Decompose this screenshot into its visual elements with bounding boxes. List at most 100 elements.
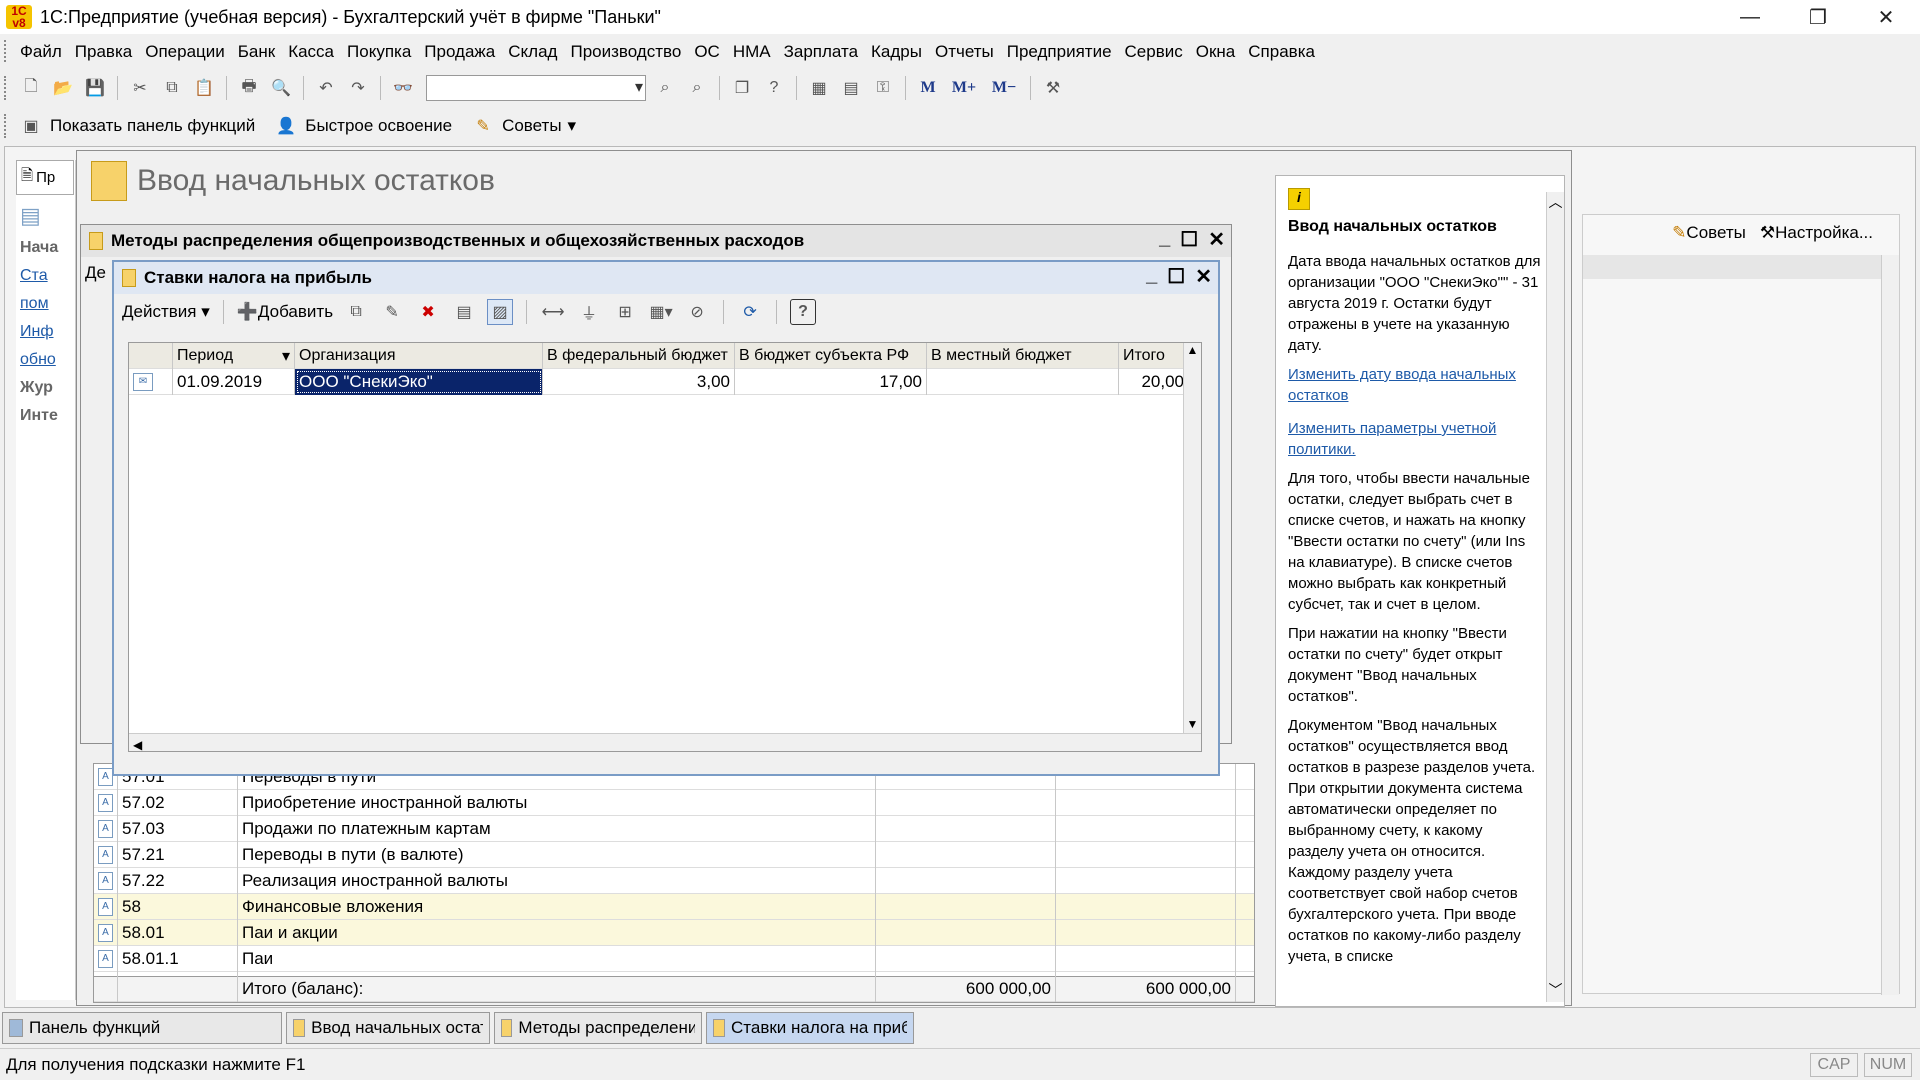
new-document-icon[interactable]: 🗋 [18, 75, 44, 101]
maximize-icon[interactable]: ☐ [1180, 227, 1198, 252]
clear-filter-icon[interactable]: ⊘ [684, 299, 710, 325]
table-row[interactable]: A 58.01 Паи и акции [94, 919, 1254, 946]
tips-button[interactable]: ✎ Советы ▾ [470, 113, 576, 139]
close-icon[interactable]: ✕ [1195, 264, 1212, 289]
menu-item[interactable]: ОС [694, 42, 720, 62]
functions-panel-link[interactable]: пом [20, 295, 71, 313]
calendar-icon[interactable]: ▤ [838, 75, 864, 101]
window-tab[interactable]: Ставки налога на прибыль [706, 1012, 914, 1044]
column-header[interactable]: Итого [1119, 342, 1189, 369]
menu-item[interactable]: Склад [508, 42, 557, 62]
column-header[interactable]: Организация [295, 342, 543, 369]
interval-icon[interactable]: ⟷ [540, 299, 566, 325]
tax-cell-subject[interactable]: 17,00 [735, 368, 927, 395]
copy-icon[interactable]: ⧉ [159, 75, 185, 101]
column-header[interactable]: В местный бюджет [927, 342, 1119, 369]
tax-cell-period[interactable]: 01.09.2019 [173, 368, 295, 395]
tax-cell-federal[interactable]: 3,00 [543, 368, 735, 395]
column-header[interactable]: Период ▾ [173, 342, 295, 369]
actions-menu[interactable]: Действия ▾ [122, 302, 210, 322]
menu-item[interactable]: Предприятие [1007, 42, 1112, 62]
scroll-up-icon[interactable]: ▲ [1184, 343, 1201, 357]
edit-row-icon[interactable]: ✎ [379, 299, 405, 325]
add-button[interactable]: ➕Добавить [237, 302, 333, 322]
preview-icon[interactable]: 🔍 [268, 75, 294, 101]
memory-plus-button[interactable]: M+ [947, 75, 981, 101]
menu-item[interactable]: Продажа [424, 42, 495, 62]
save-icon[interactable]: 💾 [82, 75, 108, 101]
help-1c-icon[interactable]: ? [761, 75, 787, 101]
tools-icon[interactable]: ⚒ [1040, 75, 1066, 101]
functions-panel-link[interactable]: обно [20, 351, 71, 369]
quick-learn-button[interactable]: 👤 Быстрое освоение [273, 113, 452, 139]
sort-icon[interactable]: ▾ [282, 346, 290, 366]
scroll-left-icon[interactable]: ◀ [129, 738, 142, 752]
search-combo[interactable] [426, 75, 646, 101]
menu-item[interactable]: Операции [145, 42, 225, 62]
change-date-link[interactable]: Изменить дату ввода начальных остатков [1288, 364, 1542, 406]
minimize-icon[interactable]: _ [1159, 227, 1170, 252]
window-tab[interactable]: Методы распределения об... [494, 1012, 702, 1044]
find-next-icon[interactable]: ⌕ [652, 75, 678, 101]
scroll-down-icon[interactable]: ▼ [1184, 717, 1201, 731]
table-row[interactable]: A 57.03 Продажи по платежным картам [94, 815, 1254, 842]
close-button[interactable]: ✕ [1852, 0, 1920, 34]
paste-icon[interactable]: 📋 [191, 75, 217, 101]
find-icon[interactable]: 👓 [390, 75, 416, 101]
tax-table-hscrollbar[interactable]: ◀ [129, 733, 1201, 752]
chevron-down-icon[interactable]: ▾ [568, 116, 577, 136]
memory-m-button[interactable]: M [915, 75, 941, 101]
menu-item[interactable]: НМА [733, 42, 771, 62]
close-icon[interactable]: ✕ [1208, 227, 1225, 252]
column-header[interactable]: В бюджет субъекта РФ [735, 342, 927, 369]
help-scrollbar[interactable]: ︿ ﹀ [1546, 192, 1564, 1002]
menu-item[interactable]: Окна [1196, 42, 1236, 62]
table-row[interactable]: A 57.21 Переводы в пути (в валюте) [94, 841, 1254, 868]
accounts-table[interactable]: A 57.01 Переводы в пути A 57.02 Приобретение … [93, 763, 1255, 1003]
menu-item[interactable]: Кадры [871, 42, 922, 62]
restore-button[interactable]: ❐ [1784, 0, 1852, 34]
tax-rates-table[interactable]: Период ▾ Организация В федеральный бюджет В… [128, 342, 1202, 752]
open-icon[interactable]: 📂 [50, 75, 76, 101]
column-header[interactable]: В федеральный бюджет [543, 342, 735, 369]
minimize-icon[interactable]: _ [1146, 264, 1157, 289]
window-tab[interactable]: Панель функций [2, 1012, 282, 1044]
copy-row-icon[interactable]: ⧉ [343, 299, 369, 325]
organization-cell[interactable]: ООО "СнекиЭко" [295, 368, 543, 395]
calculator-icon[interactable]: ▦ [806, 75, 832, 101]
menu-item[interactable]: Банк [238, 42, 275, 62]
key-icon[interactable]: ⚿ [870, 75, 896, 101]
table-row[interactable]: ✉ 01.09.2019 ООО "СнекиЭко" 3,00 17,00 20,00 [129, 368, 1201, 395]
form-settings-button[interactable]: ⚒Настройка... [1760, 223, 1873, 243]
tax-table-scrollbar[interactable]: ▲ ▼ [1183, 343, 1201, 733]
post-icon[interactable]: ▤ [451, 299, 477, 325]
find-prev-icon[interactable]: ⌕ [684, 75, 710, 101]
filter-icon[interactable]: ⏚ [576, 299, 602, 325]
minimize-button[interactable]: — [1716, 0, 1784, 34]
delete-row-icon[interactable]: ✖ [415, 299, 441, 325]
refresh-icon[interactable]: ⟳ [737, 299, 763, 325]
table-row[interactable]: A 58 Финансовые вложения [94, 893, 1254, 920]
functions-panel-tab[interactable]: 🗎 Пр [16, 160, 74, 195]
scroll-down-icon[interactable]: ﹀ [1547, 980, 1564, 1000]
menu-item[interactable]: Покупка [347, 42, 411, 62]
show-functions-panel-button[interactable]: ▣ Показать панель функций [18, 113, 255, 139]
memory-minus-button[interactable]: M− [987, 75, 1021, 101]
menu-item[interactable]: Сервис [1125, 42, 1183, 62]
windows-icon[interactable]: ❐ [729, 75, 755, 101]
help-button[interactable]: ? [790, 299, 817, 325]
maximize-icon[interactable]: ☐ [1167, 264, 1185, 289]
scroll-up-icon[interactable]: ︿ [1547, 192, 1564, 212]
menu-item[interactable]: Файл [20, 42, 62, 62]
menu-item[interactable]: Зарплата [784, 42, 858, 62]
form-tips-button[interactable]: ✎Советы [1672, 223, 1746, 243]
menu-item[interactable]: Правка [75, 42, 132, 62]
menu-item[interactable]: Производство [570, 42, 681, 62]
print-icon[interactable]: 🖶 [236, 75, 262, 101]
table-row[interactable]: A 57.02 Приобретение иностранной валюты [94, 789, 1254, 816]
table-row[interactable]: A 58.01.1 Паи [94, 945, 1254, 972]
functions-panel-link[interactable]: Инф [20, 323, 71, 341]
window-tab[interactable]: Ввод начальных остатков [286, 1012, 490, 1044]
cut-icon[interactable]: ✂ [127, 75, 153, 101]
undo-icon[interactable]: ↶ [313, 75, 339, 101]
